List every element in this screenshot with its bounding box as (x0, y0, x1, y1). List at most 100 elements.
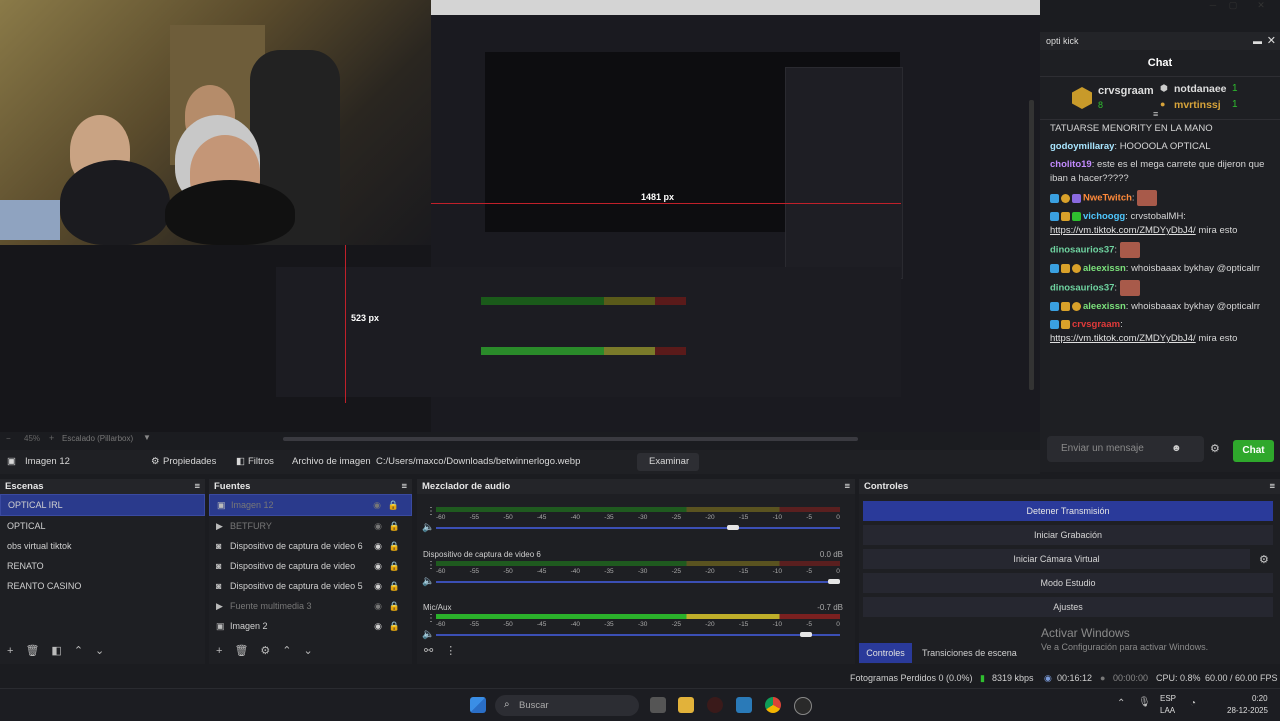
source-item[interactable]: ▣ Imagen 2 ◉ 🔒 (209, 616, 412, 636)
clock-date[interactable]: 28-12-2025 (1227, 706, 1268, 715)
scene-item[interactable]: OPTICAL (0, 516, 205, 536)
message-user[interactable]: aleexissn (1083, 301, 1126, 312)
horizontal-scrollbar[interactable] (283, 437, 858, 441)
lock-icon[interactable]: 🔒 (389, 516, 400, 536)
volume-slider[interactable] (436, 632, 840, 637)
top-user[interactable]: crvsgraam (1098, 85, 1154, 97)
eye-icon[interactable]: ◉ (374, 536, 382, 556)
gear-icon[interactable]: ⚙ (1259, 553, 1269, 566)
float-dock-icon[interactable]: ▬ (1253, 32, 1262, 50)
more-icon[interactable]: ⋮ (426, 560, 436, 571)
gear-icon[interactable]: ⚙ (151, 456, 160, 467)
volume-knob[interactable] (828, 579, 840, 584)
task-view-icon[interactable] (650, 697, 666, 713)
eye-icon[interactable]: ◉ (374, 556, 382, 576)
zoom-in-icon[interactable]: + (49, 433, 54, 443)
store-icon[interactable] (736, 697, 752, 713)
menu-icon[interactable]: ≡ (844, 479, 850, 494)
maximize-icon[interactable]: ▢ (1222, 0, 1244, 14)
close-icon[interactable]: ✕ (1250, 0, 1272, 14)
scene-item[interactable]: obs virtual tiktok (0, 536, 205, 556)
tab-scene-transitions[interactable]: Transiciones de escena (922, 643, 1017, 663)
sub1-name[interactable]: notdanaee (1174, 83, 1227, 95)
chevron-up-icon[interactable]: ⌃ (1117, 698, 1125, 709)
eye-off-icon[interactable]: ◉ (374, 516, 382, 536)
zoom-out-icon[interactable]: − (6, 434, 11, 443)
add-icon[interactable]: + (7, 645, 13, 657)
more-icon[interactable]: ⋮ (426, 613, 436, 624)
clock-time[interactable]: 0:20 (1252, 694, 1268, 703)
speaker-icon[interactable]: 🔈 (422, 522, 434, 533)
app-icon[interactable] (707, 697, 723, 713)
speaker-icon[interactable]: 🔈 (422, 629, 434, 640)
network-icon[interactable]: ◔ (1190, 698, 1196, 709)
message-user[interactable]: vichoogg (1083, 211, 1125, 222)
move-down-icon[interactable]: ⌄ (95, 645, 104, 657)
move-up-icon[interactable]: ⌃ (282, 645, 291, 657)
filters-button[interactable]: Filtros (248, 456, 274, 467)
file-explorer-icon[interactable] (678, 697, 694, 713)
file-path[interactable]: C:/Users/maxco/Downloads/betwinnerlogo.w… (376, 456, 580, 467)
properties-button[interactable]: Propiedades (163, 456, 216, 467)
sub2-name[interactable]: mvrtinssj (1174, 99, 1221, 111)
trash-icon[interactable]: 🗑 (234, 645, 248, 657)
move-down-icon[interactable]: ⌄ (304, 645, 313, 657)
scene-item[interactable]: RENATO (0, 556, 205, 576)
stop-stream-button[interactable]: Detener Transmisión (863, 501, 1273, 521)
message-user[interactable]: crvsgraam (1072, 319, 1120, 330)
lock-icon[interactable]: 🔒 (389, 576, 400, 596)
studio-mode-button[interactable]: Modo Estudio (863, 573, 1273, 593)
gear-icon[interactable]: ⚙ (1210, 442, 1220, 455)
scene-item[interactable]: REANTO CASINO (0, 576, 205, 596)
gear-icon[interactable]: ⚙ (260, 645, 270, 657)
lock-icon[interactable]: 🔒 (388, 495, 399, 515)
source-item[interactable]: ◙ Dispositivo de captura de video 5 ◉ 🔒 (209, 576, 412, 596)
message-user[interactable]: NweTwitch (1083, 193, 1132, 204)
windows-start-icon[interactable] (470, 697, 486, 713)
menu-icon[interactable]: ≡ (401, 479, 407, 494)
eye-off-icon[interactable]: ◉ (373, 495, 381, 515)
settings-button[interactable]: Ajustes (863, 597, 1273, 617)
filter-icon[interactable]: ◧ (236, 456, 245, 467)
message-user[interactable]: dinosaurios37 (1050, 245, 1114, 256)
language-primary[interactable]: ESP (1160, 694, 1176, 703)
add-icon[interactable]: + (216, 645, 222, 657)
lock-icon[interactable]: 🔒 (389, 596, 400, 616)
source-item[interactable]: ▣ Imagen 12 ◉ 🔒 (209, 494, 412, 516)
message-link[interactable]: https://vm.tiktok.com/ZMDYyDbJ4/ (1050, 333, 1196, 344)
emoji-icon[interactable]: ☻ (1171, 443, 1182, 454)
message-link[interactable]: https://vm.tiktok.com/ZMDYyDbJ4/ (1050, 225, 1196, 236)
scale-mode-select[interactable]: Escalado (Pillarbox) (62, 434, 133, 443)
preview-canvas[interactable]: 1481 px 523 px (0, 0, 1040, 432)
obs-icon[interactable] (794, 697, 812, 715)
tab-controls[interactable]: Controles (859, 643, 912, 663)
filter-icon[interactable]: ◧ (51, 645, 61, 657)
volume-knob[interactable] (799, 632, 812, 637)
message-user[interactable]: dinosaurios37 (1050, 283, 1114, 294)
message-user[interactable]: godoymillaray (1050, 141, 1114, 152)
menu-icon[interactable]: ≡ (1269, 479, 1275, 494)
chrome-icon[interactable] (765, 697, 781, 713)
more-icon[interactable]: ⋮ (445, 645, 456, 657)
taskbar-search[interactable]: Buscar (495, 695, 639, 716)
start-virtual-camera-button[interactable]: Iniciar Cámara Virtual (863, 549, 1250, 569)
menu-icon[interactable]: ≡ (194, 479, 200, 494)
chevron-down-icon[interactable]: ▼ (143, 433, 151, 442)
chat-scrollbar[interactable] (1029, 100, 1034, 390)
eye-off-icon[interactable]: ◉ (374, 596, 382, 616)
message-user[interactable]: aleexissn (1083, 263, 1126, 274)
microphone-icon[interactable]: 🎙 (1138, 697, 1151, 708)
eye-icon[interactable]: ◉ (374, 576, 382, 596)
volume-slider[interactable] (436, 579, 840, 584)
volume-slider[interactable] (436, 525, 840, 530)
minimize-icon[interactable]: ─ (1202, 0, 1224, 14)
lock-icon[interactable]: 🔒 (389, 556, 400, 576)
source-item[interactable]: ▶ BETFURY ◉ 🔒 (209, 516, 412, 536)
eye-icon[interactable]: ◉ (374, 616, 382, 636)
browse-button[interactable]: Examinar (649, 456, 689, 467)
source-item[interactable]: ◙ Dispositivo de captura de video 6 ◉ 🔒 (209, 536, 412, 556)
speaker-icon[interactable]: 🔈 (422, 576, 434, 587)
filter-icon[interactable]: ≡ (1153, 109, 1158, 119)
message-user[interactable]: cholito19 (1050, 159, 1092, 170)
source-item[interactable]: ▶ Fuente multimedia 3 ◉ 🔒 (209, 596, 412, 616)
